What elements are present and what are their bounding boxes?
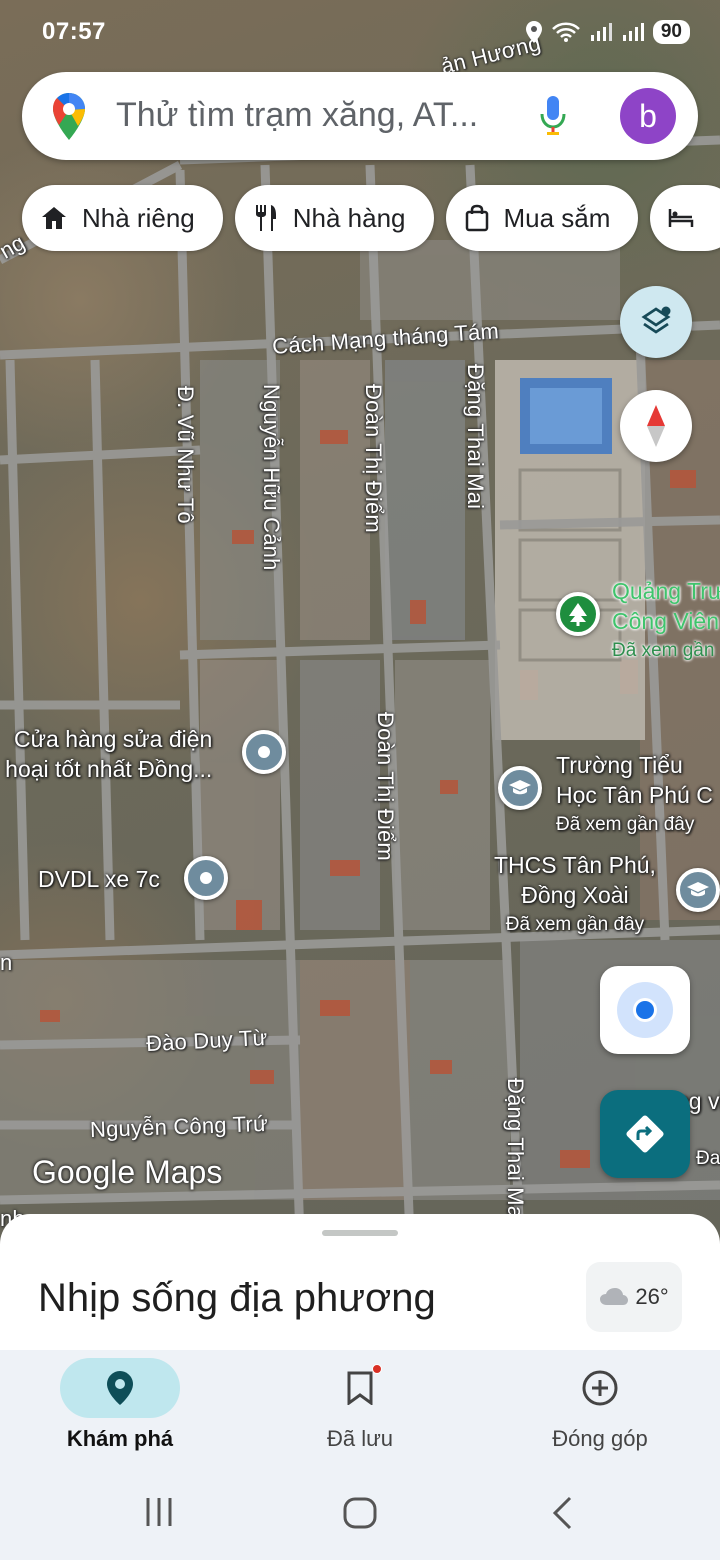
poi-secondary-school-line1: THCS Tân Phú, bbox=[494, 852, 656, 878]
google-maps-logo-icon bbox=[53, 93, 85, 140]
road-label-doan-thi-diem-2: Đoàn Thị Điểm bbox=[373, 712, 398, 861]
back-icon[interactable] bbox=[550, 1496, 574, 1530]
account-avatar[interactable]: b bbox=[620, 88, 676, 144]
nav-contribute[interactable]: Đóng góp bbox=[480, 1350, 720, 1466]
nav-contribute-icon-wrap bbox=[540, 1358, 660, 1418]
weather-chip[interactable]: 26° bbox=[586, 1262, 682, 1332]
shopping-bag-icon bbox=[465, 204, 488, 232]
road-label-left-partial-2: n bbox=[0, 950, 13, 975]
directions-icon bbox=[626, 1115, 664, 1153]
restaurant-icon bbox=[255, 205, 276, 231]
poi-secondary-school-sub: Đã xem gần đây bbox=[505, 914, 645, 935]
poi-dvdl-pin[interactable] bbox=[184, 856, 228, 900]
my-location-icon bbox=[617, 982, 673, 1038]
home-button-icon[interactable] bbox=[342, 1496, 378, 1530]
poi-park-sub: Đã xem gần bbox=[612, 640, 715, 661]
chip-shopping-label: Mua sắm bbox=[503, 202, 611, 233]
search-bar[interactable]: Thử tìm trạm xăng, AT... b bbox=[22, 72, 698, 160]
cloud-icon bbox=[600, 1288, 629, 1305]
poi-dvdl-label[interactable]: DVDL xe 7c bbox=[38, 864, 160, 894]
school-cap-icon[interactable] bbox=[498, 766, 542, 810]
status-time: 07:57 bbox=[42, 18, 106, 45]
recent-apps-icon[interactable] bbox=[144, 1496, 174, 1528]
poi-secondary-school-label[interactable]: THCS Tân Phú, Đồng Xoài Đã xem gần đây bbox=[494, 850, 656, 940]
signal-icon-1 bbox=[590, 23, 612, 41]
poi-repair-shop-pin[interactable] bbox=[242, 730, 286, 774]
park-tree-icon[interactable] bbox=[556, 592, 600, 636]
chip-restaurant-label: Nhà hàng bbox=[292, 202, 406, 233]
poi-repair-shop-label[interactable]: Cửa hàng sửa điện hoại tốt nhất Đồng... bbox=[5, 724, 213, 784]
chip-home[interactable]: Nhà riêng bbox=[22, 185, 223, 251]
status-bar: 07:57 90 bbox=[0, 0, 720, 64]
chip-shopping[interactable]: Mua sắm bbox=[445, 185, 639, 251]
poi-repair-shop-line2: hoại tốt nhất Đồng... bbox=[5, 756, 213, 782]
road-label-doan-thi-diem-1: Đoàn Thị Điểm bbox=[361, 384, 386, 533]
poi-repair-shop-line1: Cửa hàng sửa điện bbox=[14, 726, 213, 752]
chip-home-label: Nhà riêng bbox=[82, 202, 195, 233]
notification-dot bbox=[372, 1364, 382, 1374]
home-icon bbox=[42, 207, 66, 229]
poi-primary-school-sub: Đã xem gần đây bbox=[556, 814, 695, 835]
compass-icon bbox=[647, 405, 665, 447]
nav-explore-indicator bbox=[60, 1358, 180, 1418]
wifi-icon bbox=[551, 22, 580, 42]
poi-secondary-school-line2: Đồng Xoài bbox=[521, 882, 629, 908]
search-input[interactable]: Thử tìm trạm xăng, AT... bbox=[116, 96, 478, 135]
poi-primary-school-line2: Học Tân Phú C bbox=[556, 782, 713, 808]
directions-button[interactable] bbox=[600, 1090, 690, 1178]
hotel-bed-icon bbox=[669, 209, 694, 227]
battery-level: 90 bbox=[652, 20, 690, 44]
nav-saved-label: Đã lưu bbox=[326, 1426, 394, 1451]
add-circle-icon bbox=[582, 1370, 618, 1406]
nav-explore-label: Khám phá bbox=[66, 1426, 174, 1451]
bottom-navigation: Khám phá Đã lưu Đóng góp bbox=[0, 1350, 720, 1466]
nav-explore[interactable]: Khám phá bbox=[0, 1350, 240, 1466]
layers-button[interactable] bbox=[620, 286, 692, 358]
location-status-icon bbox=[525, 21, 542, 43]
poi-park-line1: Quảng Trư bbox=[612, 578, 720, 604]
weather-temperature: 26° bbox=[635, 1284, 669, 1309]
system-navigation-bar bbox=[0, 1466, 720, 1560]
google-maps-watermark: Google Maps bbox=[32, 1154, 223, 1190]
explore-bottom-sheet[interactable]: Nhịp sống địa phương 26° bbox=[0, 1214, 720, 1354]
explore-pin-icon bbox=[107, 1371, 133, 1405]
poi-right-partial-2: Đa bbox=[696, 1148, 720, 1169]
poi-park-label[interactable]: Quảng Trư Công Viên Đã xem gần bbox=[612, 576, 720, 666]
microphone-icon[interactable] bbox=[538, 94, 568, 138]
sheet-drag-handle[interactable] bbox=[322, 1230, 398, 1236]
status-icons: 90 bbox=[525, 20, 690, 44]
nav-contribute-label: Đóng góp bbox=[552, 1426, 648, 1451]
my-location-button[interactable] bbox=[600, 966, 690, 1054]
sheet-title: Nhịp sống địa phương bbox=[38, 1276, 436, 1320]
bookmark-icon bbox=[347, 1371, 373, 1405]
school-cap-icon-2[interactable] bbox=[676, 868, 720, 912]
road-label-nguyen-huu-canh: Nguyễn Hữu Cảnh bbox=[259, 384, 284, 571]
road-label-vu-nhu-to: Đ. Vũ Như Tô bbox=[173, 386, 198, 524]
chip-restaurant[interactable]: Nhà hàng bbox=[234, 185, 434, 251]
road-label-dang-thai-mai-1: Đặng Thai Mai bbox=[463, 364, 488, 510]
category-chips: Nhà riêng Nhà hàng Mua sắm bbox=[22, 185, 720, 251]
signal-icon-2 bbox=[622, 23, 644, 41]
poi-park-line2: Công Viên bbox=[612, 608, 719, 634]
nav-saved[interactable]: Đã lưu bbox=[240, 1350, 480, 1466]
poi-primary-school-label[interactable]: Trường Tiểu Học Tân Phú C Đã xem gần đây bbox=[556, 750, 713, 840]
poi-primary-school-line1: Trường Tiểu bbox=[556, 752, 683, 778]
nav-saved-icon-wrap bbox=[300, 1358, 420, 1418]
compass-button[interactable] bbox=[620, 390, 692, 462]
road-label-dang-thai-mai-2: Đặng Thai Mai bbox=[503, 1078, 528, 1224]
layers-icon bbox=[641, 306, 671, 334]
chip-hotel-partial[interactable] bbox=[650, 185, 720, 251]
